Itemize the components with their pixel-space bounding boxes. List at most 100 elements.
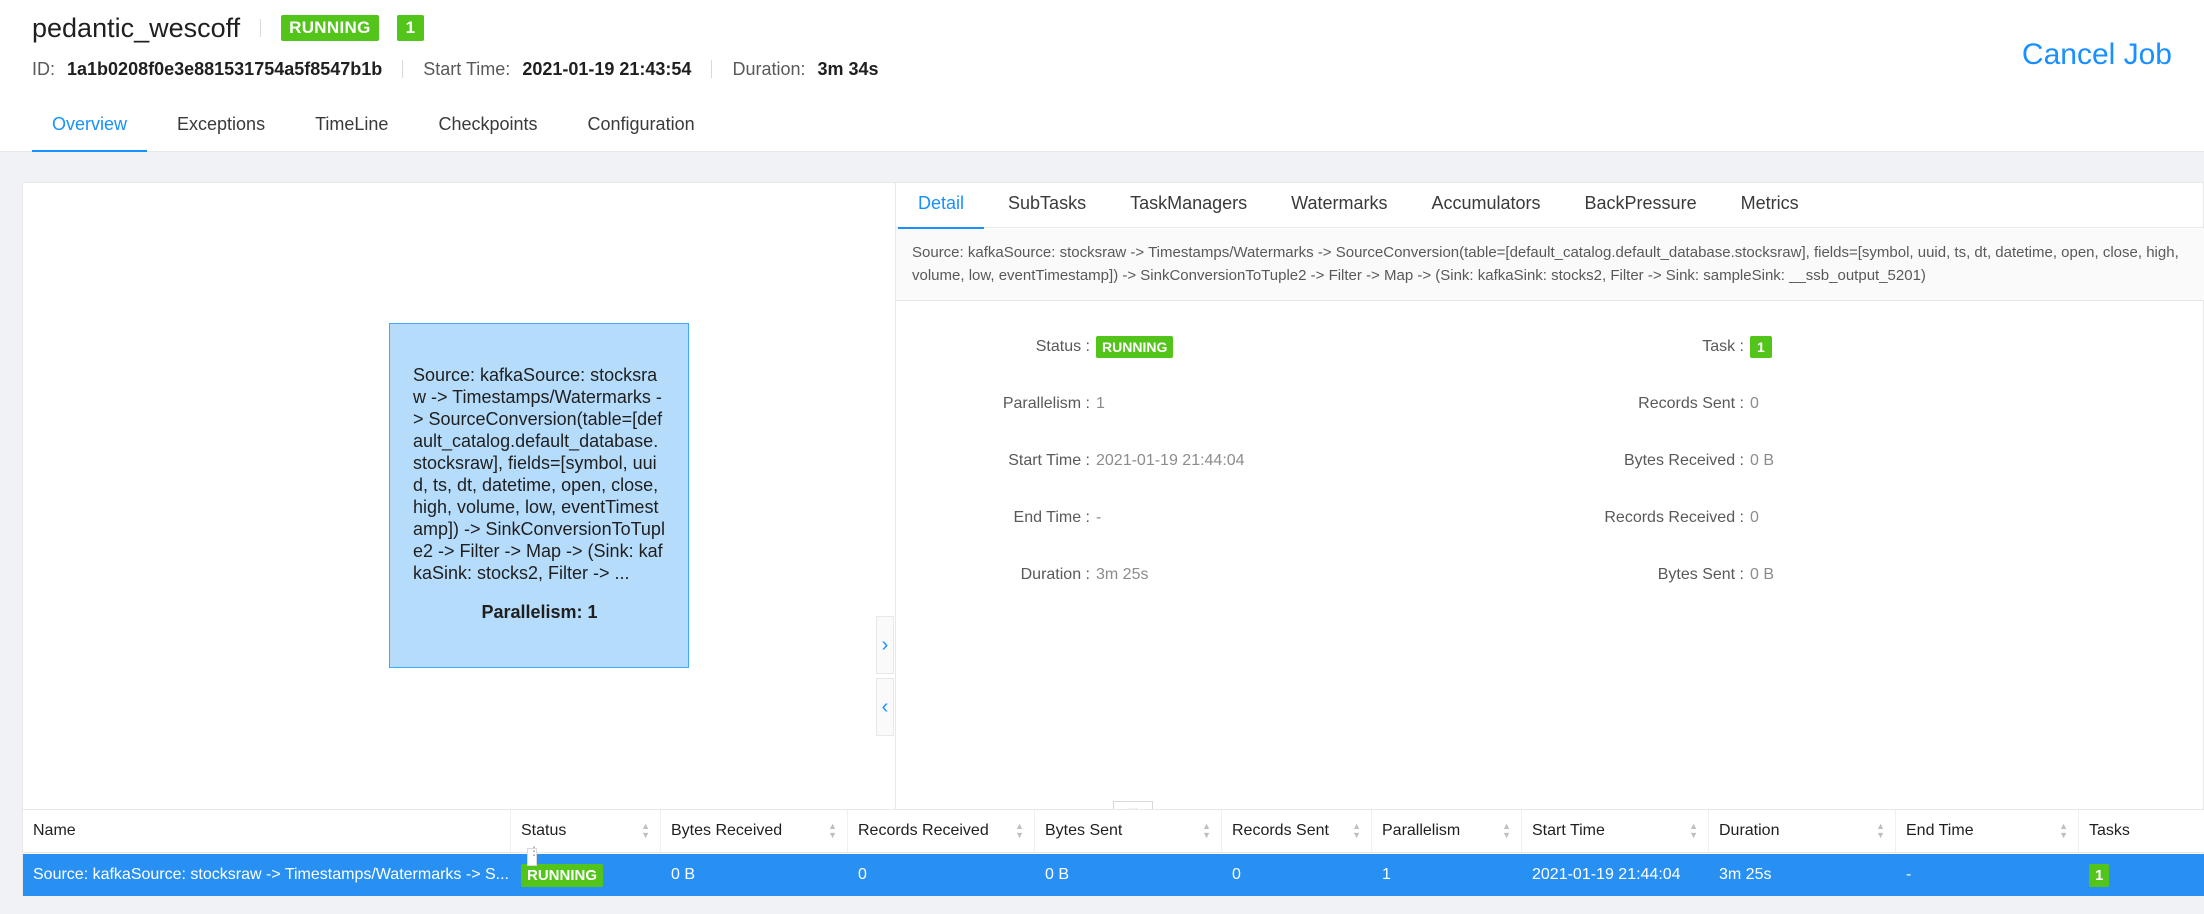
job-id-value: 1a1b0208f0e3e881531754a5f8547b1b xyxy=(67,58,383,79)
detail-key: Parallelism : xyxy=(1002,395,1090,412)
tab-timeline[interactable]: TimeLine xyxy=(295,104,408,152)
table-header: Name Status ▲ ▼ Bytes Received ▲ ▼ Records R… xyxy=(23,810,2204,853)
sort-icon[interactable]: ▲ ▼ xyxy=(1876,822,1885,840)
detail-bytes-sent: Bytes Sent : 0 B xyxy=(1550,563,1774,587)
detail-end-time: End Time : - xyxy=(896,506,1102,530)
detail-value: - xyxy=(1096,509,1102,526)
detail-key: Task : xyxy=(1702,338,1744,355)
job-meta: ID: 1a1b0208f0e3e881531754a5f8547b1b Sta… xyxy=(32,54,879,84)
cell-tasks: 1 xyxy=(2079,854,2204,896)
detail-task: Task : 1 xyxy=(1550,335,1772,359)
detail-key: Bytes Received : xyxy=(1623,452,1744,469)
divider xyxy=(711,60,713,78)
node-detail-pane: Detail SubTasks TaskManagers Watermarks … xyxy=(896,183,2204,809)
column-resize-handle[interactable]: ⋮ xyxy=(527,845,540,866)
job-graph-canvas[interactable]: Source: kafkaSource: stocksraw -> Timest… xyxy=(23,183,896,809)
column-header-tasks[interactable]: Tasks xyxy=(2079,810,2204,852)
tab-backpressure[interactable]: BackPressure xyxy=(1565,183,1717,228)
main-tabs: Overview Exceptions TimeLine Checkpoints… xyxy=(32,104,725,153)
tab-configuration[interactable]: Configuration xyxy=(568,104,715,152)
tab-taskmanagers[interactable]: TaskManagers xyxy=(1110,183,1267,228)
detail-key: End Time : xyxy=(1013,509,1090,526)
divider xyxy=(260,19,262,37)
cell-duration: 3m 25s xyxy=(1719,866,1772,883)
sort-icon[interactable]: ▲ ▼ xyxy=(641,822,650,840)
sort-icon[interactable]: ▲ ▼ xyxy=(1352,822,1361,840)
detail-value: 2021-01-19 21:44:04 xyxy=(1096,452,1245,469)
duration-value: 3m 34s xyxy=(817,58,879,79)
chevron-left-icon: ‹ xyxy=(881,695,889,718)
status-badge: RUNNING xyxy=(1096,336,1174,358)
column-header-name[interactable]: Name xyxy=(23,810,511,852)
job-id-label: ID: xyxy=(32,58,56,79)
chevron-right-icon: › xyxy=(881,633,889,656)
graph-node-parallelism: Parallelism: 1 xyxy=(481,602,598,622)
column-header-start-time[interactable]: Start Time ▲ ▼ xyxy=(1522,810,1709,852)
column-header-records-received[interactable]: Records Received ▲ ▼ xyxy=(848,810,1035,852)
detail-key: Records Received : xyxy=(1604,509,1744,526)
expand-panel-button[interactable]: › xyxy=(876,616,894,674)
graph-node-label: Source: kafkaSource: stocksraw -> Timest… xyxy=(413,365,665,583)
cell-start-time: 2021-01-19 21:44:04 xyxy=(1532,866,1681,883)
detail-value: 0 xyxy=(1750,509,1759,526)
tab-watermarks[interactable]: Watermarks xyxy=(1271,183,1407,228)
tab-overview[interactable]: Overview xyxy=(32,104,148,153)
cell-records-sent: 0 xyxy=(1232,866,1241,883)
tab-accumulators[interactable]: Accumulators xyxy=(1411,183,1560,228)
tasks-badge: 1 xyxy=(2089,863,2110,887)
cell-parallelism: 1 xyxy=(1382,866,1391,883)
detail-parallelism: Parallelism : 1 xyxy=(896,392,1105,416)
vertex-table: Name Status ▲ ▼ Bytes Received ▲ ▼ Records R… xyxy=(23,809,2204,897)
status-badge: RUNNING xyxy=(521,863,603,887)
tab-subtasks[interactable]: SubTasks xyxy=(988,183,1106,228)
detail-records-received: Records Received : 0 xyxy=(1550,506,1759,530)
column-header-parallelism[interactable]: Parallelism ▲ ▼ xyxy=(1372,810,1522,852)
column-header-records-sent[interactable]: Records Sent ▲ ▼ xyxy=(1222,810,1372,852)
detail-value: 0 B xyxy=(1750,566,1775,583)
sort-icon[interactable]: ▲ ▼ xyxy=(1202,822,1211,840)
detail-duration: Duration : 3m 25s xyxy=(896,563,1149,587)
collapse-panel-button[interactable]: ‹ xyxy=(876,678,894,736)
cell-records-received: 0 xyxy=(858,866,867,883)
task-badge: 1 xyxy=(1750,336,1772,358)
detail-status: Status : RUNNING xyxy=(896,335,1174,359)
sort-icon[interactable]: ▲ ▼ xyxy=(1015,822,1024,840)
tab-metrics[interactable]: Metrics xyxy=(1721,183,1819,228)
sort-icon[interactable]: ▲ ▼ xyxy=(828,822,837,840)
node-description: Source: kafkaSource: stocksraw -> Timest… xyxy=(896,229,2204,301)
column-header-end-time[interactable]: End Time ▲ ▼ xyxy=(1896,810,2079,852)
cell-name: Source: kafkaSource: stocksraw -> Timest… xyxy=(33,866,509,883)
sort-icon[interactable]: ▲ ▼ xyxy=(2059,822,2068,840)
tab-detail[interactable]: Detail xyxy=(898,183,985,229)
graph-node[interactable]: Source: kafkaSource: stocksraw -> Timest… xyxy=(389,323,689,668)
detail-tabs: Detail SubTasks TaskManagers Watermarks … xyxy=(896,183,2204,229)
column-header-bytes-received[interactable]: Bytes Received ▲ ▼ xyxy=(661,810,848,852)
detail-key: Duration : xyxy=(1020,566,1090,583)
table-row[interactable]: Source: kafkaSource: stocksraw -> Timest… xyxy=(23,854,2204,896)
job-name: pedantic_wescoff xyxy=(32,12,241,43)
job-title-row: pedantic_wescoff RUNNING 1 xyxy=(32,8,425,48)
cancel-job-button[interactable]: Cancel Job xyxy=(2022,38,2172,72)
detail-key: Records Sent : xyxy=(1638,395,1744,412)
job-header: pedantic_wescoff RUNNING 1 ID: 1a1b0208f… xyxy=(0,0,2204,153)
detail-value: 3m 25s xyxy=(1096,566,1149,583)
detail-bytes-received: Bytes Received : 0 B xyxy=(1550,449,1774,473)
sort-icon[interactable]: ▲ ▼ xyxy=(1689,822,1698,840)
job-status-badge: RUNNING xyxy=(281,15,379,41)
content-area: Source: kafkaSource: stocksraw -> Timest… xyxy=(0,152,2204,914)
job-overview-card: Source: kafkaSource: stocksraw -> Timest… xyxy=(22,182,2204,896)
tab-exceptions[interactable]: Exceptions xyxy=(157,104,285,152)
detail-records-sent: Records Sent : 0 xyxy=(1550,392,1759,416)
cell-bytes-received: 0 B xyxy=(671,866,696,883)
column-header-bytes-sent[interactable]: Bytes Sent ▲ ▼ xyxy=(1035,810,1222,852)
duration-label: Duration: xyxy=(732,58,806,79)
detail-value: 0 B xyxy=(1750,452,1775,469)
detail-value: 1 xyxy=(1096,395,1105,412)
detail-key: Status : xyxy=(1035,338,1090,355)
task-count-badge: 1 xyxy=(396,15,425,41)
sort-icon[interactable]: ▲ ▼ xyxy=(1502,822,1511,840)
start-time-label: Start Time: xyxy=(423,58,511,79)
tab-checkpoints[interactable]: Checkpoints xyxy=(418,104,557,152)
column-header-duration[interactable]: Duration ▲ ▼ xyxy=(1709,810,1896,852)
detail-start-time: Start Time : 2021-01-19 21:44:04 xyxy=(896,449,1245,473)
